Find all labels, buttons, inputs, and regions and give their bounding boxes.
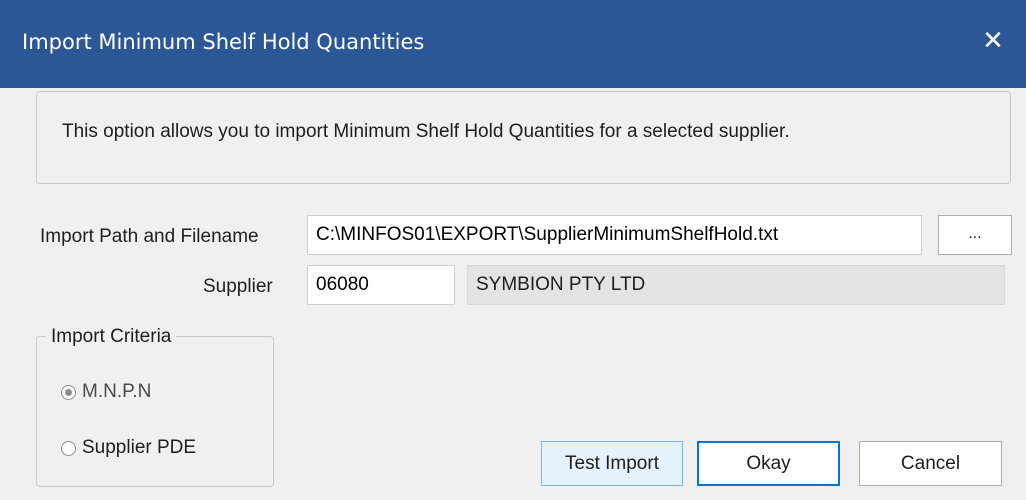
import-criteria-group: [36, 336, 274, 487]
supplier-label: Supplier: [203, 276, 273, 297]
radio-mnpn-indicator[interactable]: [61, 384, 76, 400]
close-icon[interactable]: ✕: [980, 28, 1006, 54]
okay-button[interactable]: Okay: [697, 441, 840, 486]
radio-mnpn[interactable]: M.N.P.N: [61, 381, 151, 403]
import-path-label: Import Path and Filename: [40, 226, 259, 248]
supplier-name-field: SYMBION PTY LTD: [467, 265, 1005, 305]
radio-supplier-pde[interactable]: Supplier PDE: [61, 437, 196, 459]
info-text: This option allows you to import Minimum…: [62, 121, 790, 142]
import-path-input[interactable]: [307, 215, 922, 255]
browse-button[interactable]: ...: [938, 215, 1012, 255]
info-panel: This option allows you to import Minimum…: [36, 91, 1011, 184]
radio-supplier-pde-indicator[interactable]: [61, 440, 76, 456]
radio-mnpn-label: M.N.P.N: [82, 381, 152, 402]
radio-supplier-pde-label: Supplier PDE: [82, 437, 197, 458]
test-import-button[interactable]: Test Import: [541, 441, 683, 486]
import-criteria-legend: Import Criteria: [46, 326, 177, 348]
cancel-button[interactable]: Cancel: [859, 441, 1002, 486]
import-path-label-text: Import Path and Filename: [40, 226, 259, 247]
supplier-code-input[interactable]: [307, 265, 455, 305]
window-title: Import Minimum Shelf Hold Quantities: [22, 30, 425, 54]
title-bar: Import Minimum Shelf Hold Quantities ✕: [0, 0, 1026, 88]
